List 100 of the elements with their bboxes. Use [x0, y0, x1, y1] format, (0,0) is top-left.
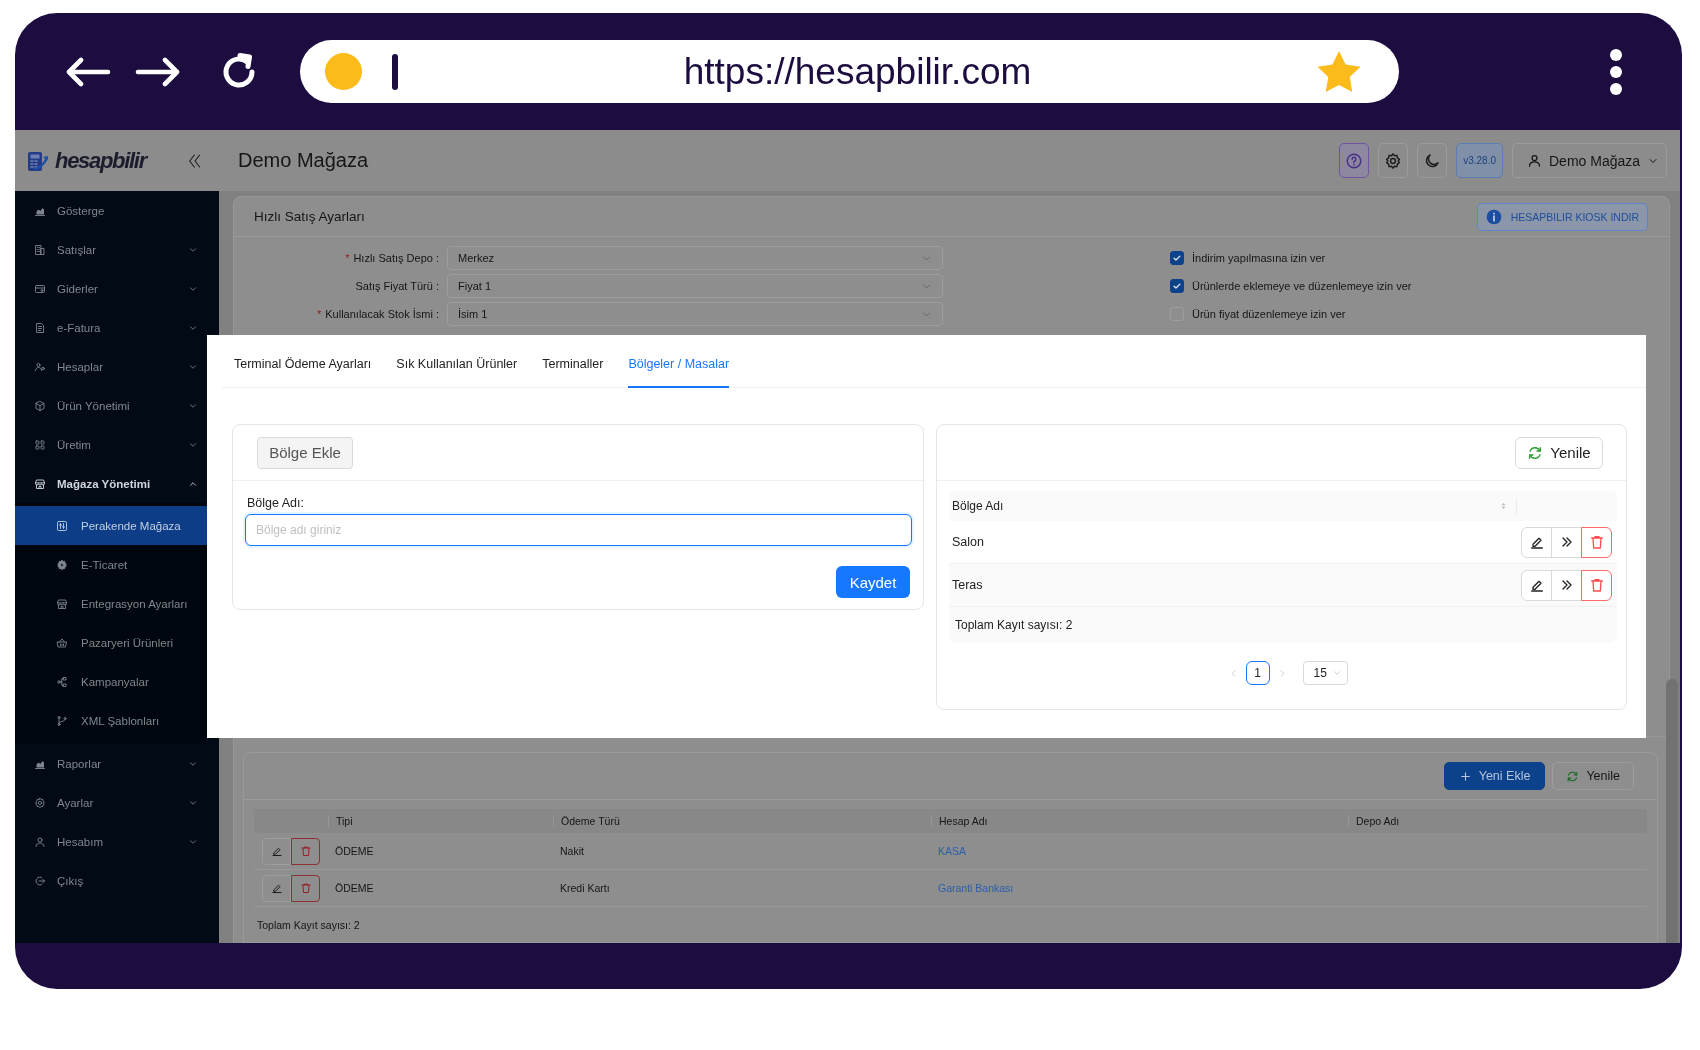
forward-arrow-icon[interactable] [135, 56, 181, 87]
checkbox-label: Ürün fiyat düzenlemeye izin ver [1192, 308, 1346, 320]
sidebar-item[interactable]: Hesaplar [15, 347, 207, 386]
trash-icon [1588, 534, 1605, 550]
column-header: Tipi [328, 815, 553, 827]
help-icon [1345, 151, 1364, 170]
user-icon [34, 835, 46, 848]
table-cell: Nakit [560, 845, 584, 857]
add-button[interactable]: Yeni Ekle [1443, 762, 1546, 790]
scrollbar-thumb[interactable] [1666, 679, 1678, 943]
address-bar[interactable]: https://hesapbilir.com [300, 40, 1399, 103]
refresh-icon [1566, 769, 1580, 783]
sidebar-item[interactable]: Perakende Mağaza [15, 506, 207, 545]
page-button[interactable]: 1 [1245, 661, 1270, 685]
table-cell: ÖDEME [335, 845, 374, 857]
version-badge: v3.28.0 [1456, 143, 1503, 178]
document-icon [34, 321, 46, 334]
sidebar-item[interactable]: Raporlar [15, 744, 207, 783]
sidebar-item[interactable]: Hesabım [15, 822, 207, 861]
user-icon [1527, 153, 1542, 168]
checkbox-label: Ürünlerde eklemeye ve düzenlemeye izin ver [1192, 280, 1412, 292]
table-cell: Salon [952, 535, 984, 549]
sidebar-item[interactable]: Ürün Yönetimi [15, 386, 207, 425]
store-icon [56, 597, 68, 610]
sliders-icon [56, 519, 68, 532]
refresh-button[interactable]: Yenile [1515, 436, 1603, 469]
card-icon [34, 282, 46, 295]
required-mark: * [345, 252, 350, 264]
select-field[interactable]: İsim 1 [447, 302, 943, 326]
nodes-icon [56, 675, 68, 688]
dark-mode-button[interactable] [1417, 143, 1448, 178]
save-button[interactable]: Kaydet [836, 566, 910, 598]
building-icon [34, 243, 46, 256]
store-icon [34, 477, 46, 490]
back-arrow-icon[interactable] [65, 56, 111, 87]
column-header: Bölge Adı [952, 499, 1004, 513]
pencil-icon [270, 845, 283, 857]
check-icon [1172, 253, 1182, 263]
settings-button[interactable] [1378, 143, 1409, 178]
field-label: Bölge Adı: [247, 496, 304, 511]
select-field[interactable]: Fiyat 1 [447, 274, 943, 298]
sidebar-item[interactable]: Entegrasyon Ayarları [15, 584, 207, 623]
moon-icon [1423, 151, 1442, 170]
column-header: Ödeme Türü [553, 815, 931, 827]
tab[interactable]: Terminaller [542, 335, 604, 388]
input-field[interactable]: Bölge adı giriniz [245, 514, 912, 546]
basket-icon [56, 636, 68, 649]
sidebar-item[interactable]: Satışlar [15, 230, 207, 269]
download-button[interactable]: HESAPBILIR KIOSK INDIR [1476, 202, 1648, 231]
delete-button[interactable] [1581, 526, 1612, 558]
logo: hesapbilir [55, 147, 146, 174]
settings-icon [34, 796, 46, 809]
delete-button[interactable] [1581, 569, 1612, 601]
sidebar-item[interactable]: Mağaza Yönetimi [15, 464, 207, 503]
page-size-select[interactable]: 15 [1302, 661, 1348, 685]
sidebar-item[interactable]: Kampanyalar [15, 662, 207, 701]
sidebar-item[interactable]: Çıkış [15, 861, 207, 900]
sidebar-item[interactable]: Ayarlar [15, 783, 207, 822]
user-menu[interactable]: Demo Mağaza [1512, 143, 1667, 178]
record-count: Toplam Kayıt sayısı: 2 [257, 918, 360, 931]
logout-icon [34, 874, 46, 887]
sidebar-item[interactable]: Giderler [15, 269, 207, 308]
select-field[interactable]: Merkez [447, 246, 943, 270]
table-cell: Teras [952, 578, 983, 592]
trash-icon [1588, 577, 1605, 593]
sidebar-item[interactable]: e-Fatura [15, 308, 207, 347]
edit-button[interactable] [262, 874, 291, 902]
sidebar-item[interactable]: XML Şablonları [15, 701, 207, 740]
box-icon [34, 399, 46, 412]
field-label: Hızlı Satış Depo : [353, 252, 439, 264]
edit-button[interactable] [262, 837, 291, 865]
sidebar-item[interactable]: E-Ticaret [15, 545, 207, 584]
more-icon[interactable] [1610, 48, 1622, 95]
dot-icon [325, 53, 362, 90]
delete-button[interactable] [291, 874, 320, 902]
trash-icon [299, 845, 312, 857]
add-region-button[interactable]: Bölge Ekle [257, 436, 353, 469]
star-icon[interactable] [1317, 50, 1361, 93]
sidebar-item[interactable]: Pazaryeri Ürünleri [15, 623, 207, 662]
tab[interactable]: Sık Kullanılan Ürünler [396, 335, 518, 388]
checkbox[interactable] [1170, 279, 1184, 293]
settings-icon [1384, 151, 1403, 170]
grid-icon [34, 438, 46, 451]
field-label: Kullanılacak Stok İsmi : [325, 308, 439, 320]
settings-icon [56, 558, 68, 571]
refresh-button[interactable]: Yenile [1552, 762, 1634, 790]
checkbox[interactable] [1170, 251, 1184, 265]
trash-icon [299, 882, 312, 894]
page-title: Demo Mağaza [238, 149, 369, 172]
sidebar-item[interactable]: Gösterge [15, 191, 207, 230]
text-cursor-icon [392, 53, 398, 90]
delete-button[interactable] [291, 837, 320, 865]
sidebar-item[interactable]: Üretim [15, 425, 207, 464]
help-button[interactable] [1339, 143, 1370, 178]
required-mark: * [317, 308, 322, 320]
tab[interactable]: Bölgeler / Masalar [628, 335, 730, 388]
card-title: Hızlı Satış Ayarları [254, 209, 365, 224]
info-icon [1485, 208, 1502, 225]
person-icon [34, 360, 46, 373]
tab[interactable]: Terminal Ödeme Ayarları [234, 335, 372, 388]
